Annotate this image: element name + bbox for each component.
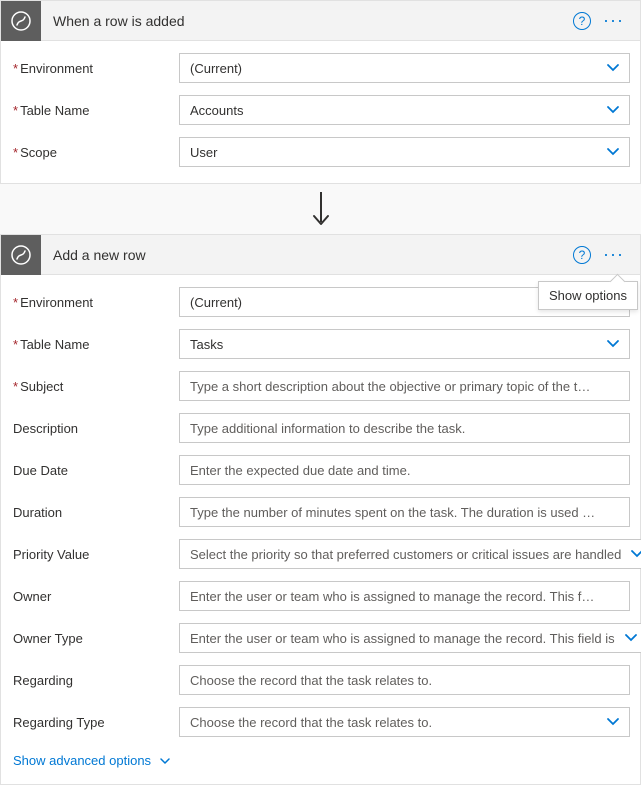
action-duration-row: Duration [11, 497, 630, 527]
action-ownertype-select[interactable]: Enter the user or team who is assigned t… [179, 623, 641, 653]
action-priority-select[interactable]: Select the priority so that preferred cu… [179, 539, 641, 569]
dataverse-icon [1, 1, 41, 41]
trigger-scope-select[interactable]: User [179, 137, 630, 167]
action-regarding-input[interactable] [179, 665, 630, 695]
action-description-row: Description [11, 413, 630, 443]
action-subject-label: *Subject [11, 379, 179, 394]
trigger-header: When a row is added ? ··· [1, 1, 640, 41]
action-environment-label: *Environment [11, 295, 179, 310]
trigger-header-actions: ? ··· [573, 10, 640, 31]
action-subject-input[interactable] [179, 371, 630, 401]
action-regarding-label: Regarding [11, 673, 179, 688]
action-duedate-label: Due Date [11, 463, 179, 478]
action-description-label: Description [11, 421, 179, 436]
action-duration-label: Duration [11, 505, 179, 520]
chevron-down-icon [159, 755, 171, 767]
action-subject-row: *Subject [11, 371, 630, 401]
action-owner-input[interactable] [179, 581, 630, 611]
help-icon[interactable]: ? [573, 12, 591, 30]
trigger-environment-select[interactable]: (Current) [179, 53, 630, 83]
trigger-title: When a row is added [41, 13, 573, 29]
flow-arrow-connector [0, 184, 641, 234]
ellipsis-icon[interactable]: ··· [599, 10, 628, 31]
trigger-scope-row: *Scope User [11, 137, 630, 167]
action-body: *Environment (Current) *Table Name Tasks… [1, 275, 640, 784]
ellipsis-icon[interactable]: ··· [599, 244, 628, 265]
action-title: Add a new row [41, 247, 573, 263]
action-regardingtype-select[interactable]: Choose the record that the task relates … [179, 707, 630, 737]
advanced-options-label: Show advanced options [13, 753, 151, 768]
dataverse-icon [1, 235, 41, 275]
action-header-actions: ? ··· [573, 244, 640, 265]
trigger-body: *Environment (Current) *Table Name Accou… [1, 41, 640, 183]
action-priority-label: Priority Value [11, 547, 179, 562]
action-duedate-input[interactable] [179, 455, 630, 485]
action-ownertype-label: Owner Type [11, 631, 179, 646]
help-icon[interactable]: ? [573, 246, 591, 264]
action-tablename-row: *Table Name Tasks [11, 329, 630, 359]
trigger-tablename-select[interactable]: Accounts [179, 95, 630, 125]
trigger-environment-label: *Environment [11, 61, 179, 76]
action-regardingtype-label: Regarding Type [11, 715, 179, 730]
trigger-environment-row: *Environment (Current) [11, 53, 630, 83]
action-header: Add a new row ? ··· [1, 235, 640, 275]
show-advanced-options-link[interactable]: Show advanced options [11, 753, 630, 768]
action-regarding-row: Regarding [11, 665, 630, 695]
action-card: Add a new row ? ··· Show options *Enviro… [0, 234, 641, 785]
action-regardingtype-row: Regarding Type Choose the record that th… [11, 707, 630, 737]
show-options-tooltip: Show options [538, 281, 638, 310]
trigger-scope-label: *Scope [11, 145, 179, 160]
action-priority-row: Priority Value Select the priority so th… [11, 539, 630, 569]
trigger-tablename-row: *Table Name Accounts [11, 95, 630, 125]
action-ownertype-row: Owner Type Enter the user or team who is… [11, 623, 630, 653]
action-duration-input[interactable] [179, 497, 630, 527]
action-duedate-row: Due Date [11, 455, 630, 485]
action-tablename-label: *Table Name [11, 337, 179, 352]
action-owner-label: Owner [11, 589, 179, 604]
action-description-input[interactable] [179, 413, 630, 443]
trigger-tablename-label: *Table Name [11, 103, 179, 118]
action-tablename-select[interactable]: Tasks [179, 329, 630, 359]
trigger-card: When a row is added ? ··· *Environment (… [0, 0, 641, 184]
action-owner-row: Owner [11, 581, 630, 611]
